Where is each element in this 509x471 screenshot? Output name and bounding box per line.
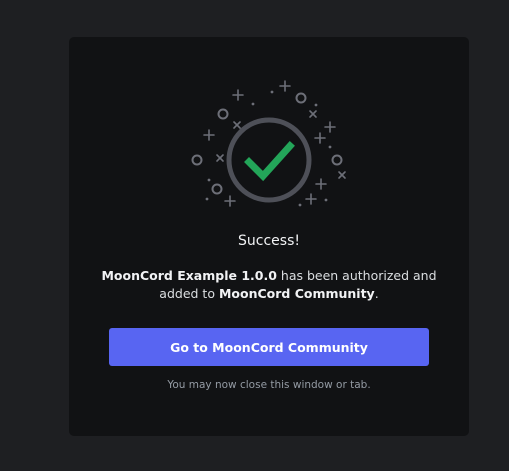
sparkle-dot-icon bbox=[324, 198, 328, 202]
sparkle-icon bbox=[324, 121, 336, 133]
sparkle-dot-icon bbox=[314, 103, 318, 107]
deco-ring-icon bbox=[217, 108, 229, 120]
sparkle-dot-icon bbox=[205, 197, 209, 201]
go-to-server-button[interactable]: Go to MoonCord Community bbox=[109, 328, 429, 366]
authorization-message: MoonCord Example 1.0.0 has been authoriz… bbox=[99, 267, 439, 303]
sparkle-dot-icon bbox=[207, 178, 211, 182]
deco-ring-icon bbox=[211, 183, 223, 195]
sparkle-dot-icon bbox=[298, 203, 302, 207]
success-illustration bbox=[191, 80, 346, 207]
message-end: . bbox=[374, 286, 379, 301]
sparkle-x-icon bbox=[309, 110, 317, 118]
app-name: MoonCord Example 1.0.0 bbox=[101, 268, 277, 283]
success-title: Success! bbox=[238, 233, 300, 249]
deco-ring-icon bbox=[331, 154, 343, 166]
sparkle-icon bbox=[203, 129, 215, 141]
sparkle-x-icon bbox=[233, 121, 241, 129]
sparkle-dot-icon bbox=[251, 102, 255, 106]
sparkle-icon bbox=[305, 193, 317, 205]
server-name: MoonCord Community bbox=[218, 286, 375, 301]
sparkle-icon bbox=[279, 80, 291, 92]
success-ring bbox=[226, 117, 312, 203]
auth-card: Success! MoonCord Example 1.0.0 has been… bbox=[69, 37, 469, 436]
checkmark-icon bbox=[244, 141, 295, 182]
page: Success! MoonCord Example 1.0.0 has been… bbox=[0, 0, 509, 471]
deco-ring-icon bbox=[191, 154, 203, 166]
sparkle-icon bbox=[224, 195, 236, 207]
go-to-server-button-label: Go to MoonCord Community bbox=[170, 339, 368, 355]
sparkle-icon bbox=[232, 89, 244, 101]
sparkle-dot-icon bbox=[328, 145, 332, 149]
sparkle-icon bbox=[315, 178, 327, 190]
sparkle-dot-icon bbox=[270, 90, 274, 94]
sparkle-x-icon bbox=[216, 154, 224, 162]
sparkle-icon bbox=[314, 132, 326, 144]
close-window-hint: You may now close this window or tab. bbox=[167, 379, 371, 391]
sparkle-x-icon bbox=[338, 171, 346, 179]
deco-ring-icon bbox=[295, 92, 307, 104]
